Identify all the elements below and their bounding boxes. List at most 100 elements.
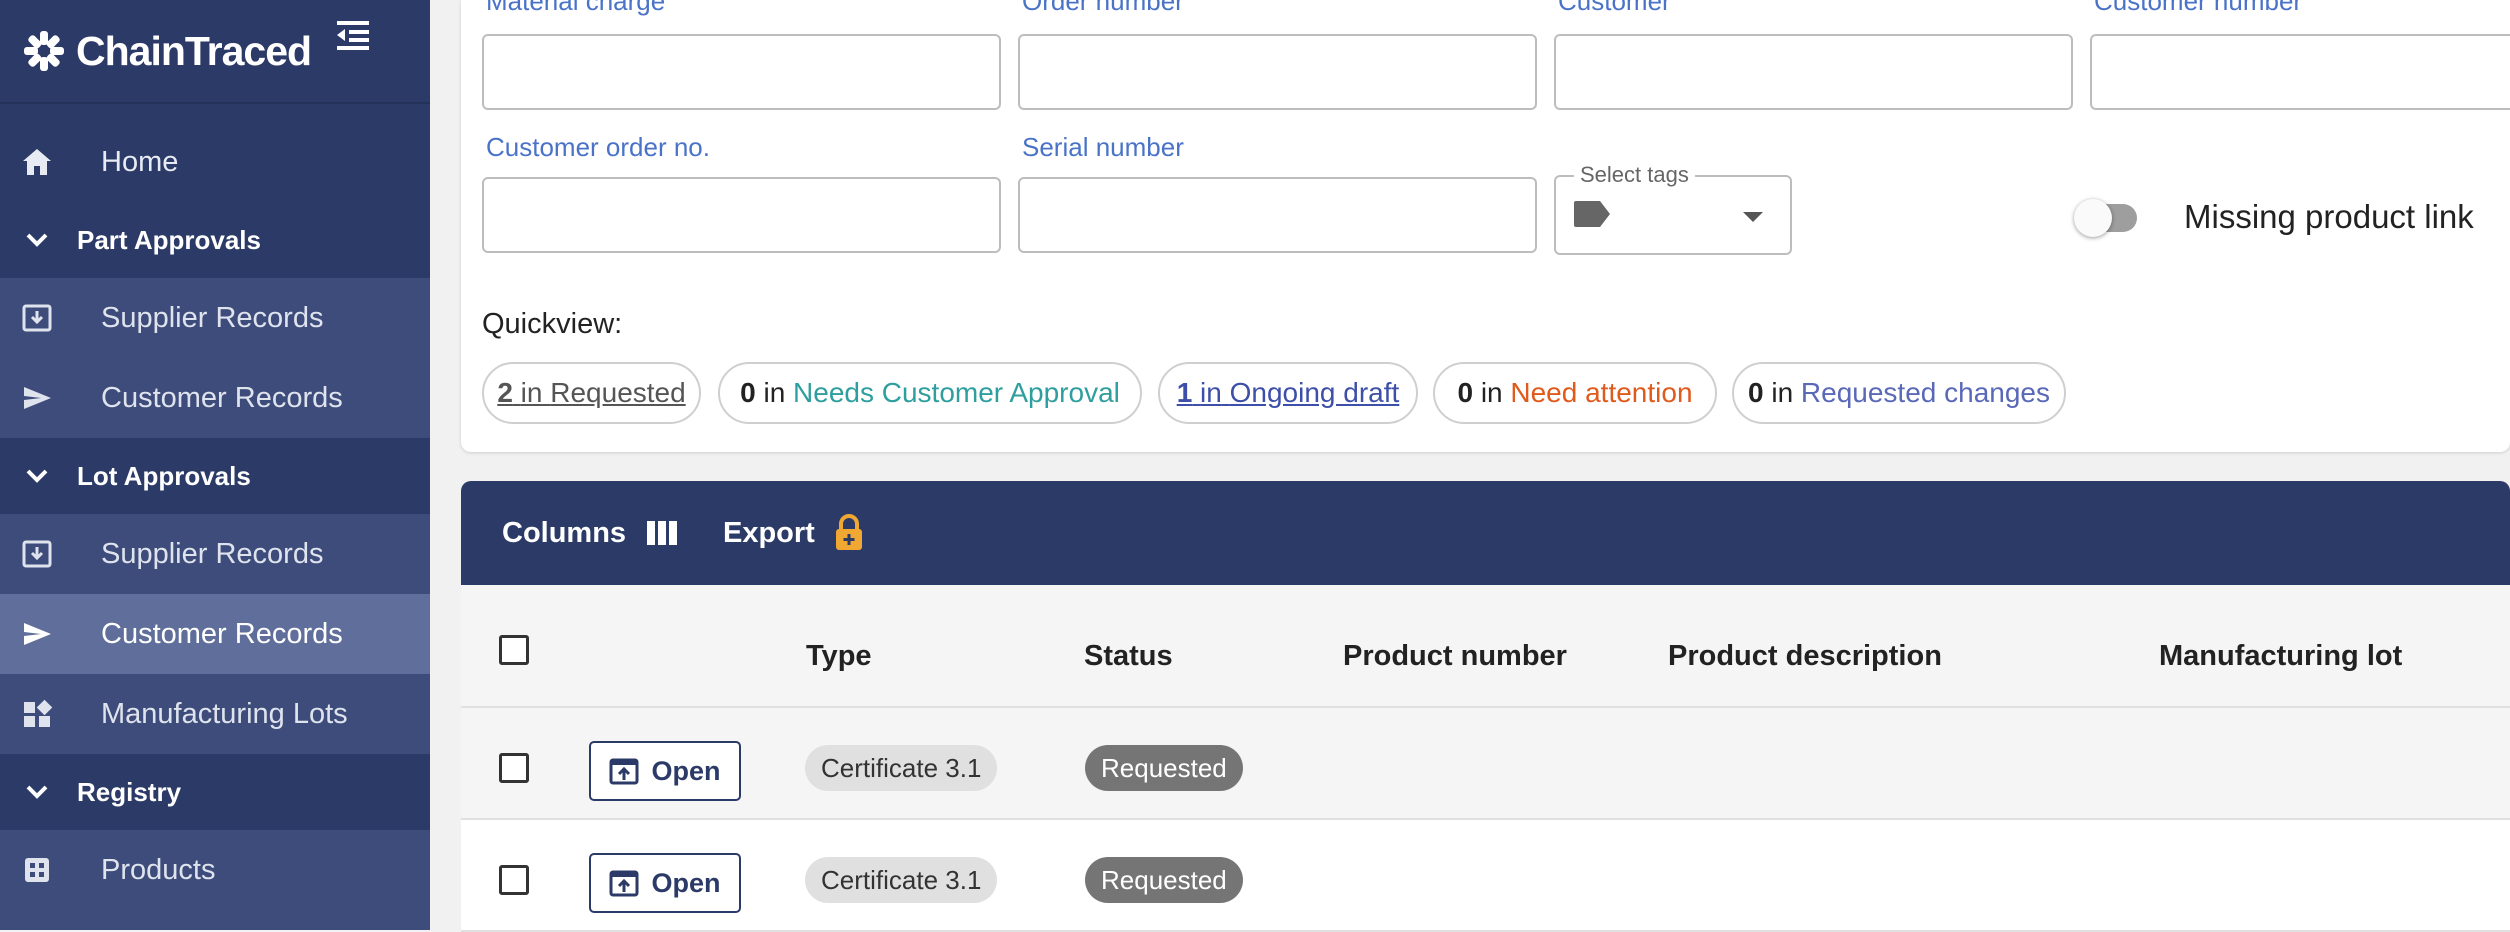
order-number-label: Order number — [1022, 0, 1184, 16]
sidebar-item-label: Supplier Records — [101, 537, 324, 570]
quickview-chip-needs-customer-approval[interactable]: 0 in Needs Customer Approval — [718, 362, 1142, 424]
sidebar-section-part-approvals[interactable]: Part Approvals — [0, 202, 430, 278]
sidebar-item-lot-customer-records[interactable]: Customer Records — [0, 594, 430, 674]
sidebar-item-label: Manufacturing Lots — [101, 697, 348, 730]
dropdown-arrow-icon — [1742, 210, 1764, 228]
open-button[interactable]: Open — [589, 853, 741, 913]
missing-product-link-label: Missing product link — [2184, 198, 2474, 235]
table-toolbar: Columns Export — [461, 481, 2510, 585]
select-tags-label: Select tags — [1574, 162, 1695, 188]
chevron-down-icon — [17, 232, 57, 248]
open-label: Open — [651, 867, 721, 898]
chevron-down-icon — [17, 784, 57, 800]
sidebar-section-label: Part Approvals — [77, 224, 261, 255]
open-button[interactable]: Open — [589, 741, 741, 801]
sidebar-item-label: Home — [101, 145, 179, 178]
chip-label: Requested — [550, 377, 686, 408]
filter-panel: Material charge Order number Customer Cu… — [461, 0, 2510, 452]
open-in-icon — [609, 757, 639, 785]
table-row[interactable]: Open Certificate 3.1 Requested — [461, 820, 2510, 932]
row-checkbox[interactable] — [499, 753, 529, 783]
chip-label: Needs Customer Approval — [793, 377, 1120, 408]
quickview-chip-requested[interactable]: 2 in Requested — [482, 362, 701, 424]
toggle-knob[interactable] — [2074, 199, 2112, 237]
quickview-label: Quickview: — [482, 308, 623, 340]
chaintraced-logo-icon — [22, 29, 66, 73]
chip-label: Requested changes — [1800, 377, 2050, 408]
column-header-product-number[interactable]: Product number — [1343, 640, 1567, 673]
send-icon — [17, 383, 57, 413]
menu-collapse-icon[interactable] — [335, 18, 371, 57]
chip-in: in — [1200, 377, 1222, 408]
columns-label: Columns — [502, 516, 627, 549]
row-checkbox[interactable] — [499, 865, 529, 895]
customer-input[interactable] — [1554, 34, 2073, 110]
quickview-chip-requested-changes[interactable]: 0 in Requested changes — [1732, 362, 2066, 424]
chip-count: 0 — [1747, 377, 1764, 408]
logo[interactable]: ChainTraced — [0, 0, 430, 104]
sidebar-item-products[interactable]: Products — [0, 830, 430, 910]
sidebar-item-label: Customer Records — [101, 617, 343, 650]
customer-number-label: Customer number — [2094, 0, 2303, 16]
columns-button[interactable]: Columns — [502, 481, 678, 585]
chip-count: 1 — [1176, 377, 1193, 408]
chip-count: 0 — [740, 377, 756, 408]
sidebar-item-manufacturing-lots[interactable]: Manufacturing Lots — [0, 674, 430, 754]
status-badge: Requested — [1085, 857, 1243, 903]
sidebar-footer — [0, 910, 430, 930]
open-label: Open — [651, 755, 721, 786]
customer-order-no-label: Customer order no. — [486, 132, 710, 162]
column-header-type[interactable]: Type — [806, 640, 872, 673]
serial-number-label: Serial number — [1022, 132, 1184, 162]
customer-number-input[interactable] — [2090, 34, 2510, 110]
chip-in: in — [520, 377, 543, 408]
select-all-checkbox[interactable] — [499, 635, 529, 665]
download-box-icon — [17, 303, 57, 333]
table-row[interactable]: Open Certificate 3.1 Requested — [461, 708, 2510, 820]
sidebar-item-label: Supplier Records — [101, 301, 324, 334]
sidebar-item-lot-supplier-records[interactable]: Supplier Records — [0, 514, 430, 594]
home-icon — [17, 147, 57, 177]
chip-in: in — [1480, 377, 1503, 408]
open-in-icon — [609, 869, 639, 897]
tag-icon — [1572, 200, 1612, 233]
chip-label: Ongoing draft — [1229, 377, 1400, 408]
chevron-down-icon — [17, 468, 57, 484]
chip-in: in — [1771, 377, 1794, 408]
app-name: ChainTraced — [76, 27, 312, 74]
column-header-manufacturing-lot[interactable]: Manufacturing lot — [2159, 640, 2402, 673]
sidebar-item-part-supplier-records[interactable]: Supplier Records — [0, 278, 430, 358]
sidebar-section-registry[interactable]: Registry — [0, 754, 430, 830]
columns-icon — [646, 519, 678, 547]
export-button[interactable]: Export — [723, 481, 865, 585]
chip-in: in — [763, 377, 786, 408]
serial-number-input[interactable] — [1018, 177, 1537, 253]
column-header-product-description[interactable]: Product description — [1668, 640, 1942, 673]
send-icon — [17, 619, 57, 649]
sidebar: ChainTraced Home Part Approvals Supplier… — [0, 0, 430, 930]
customer-label: Customer — [1558, 0, 1671, 16]
sidebar-item-home[interactable]: Home — [0, 122, 430, 202]
chip-label: Need attention — [1510, 377, 1693, 408]
quickview-chip-ongoing-draft[interactable]: 1 in Ongoing draft — [1158, 362, 1418, 424]
sidebar-section-label: Lot Approvals — [77, 460, 251, 491]
status-badge: Requested — [1085, 745, 1243, 791]
column-header-status[interactable]: Status — [1084, 640, 1173, 673]
export-label: Export — [723, 516, 815, 549]
chip-count: 2 — [497, 377, 513, 408]
sidebar-section-lot-approvals[interactable]: Lot Approvals — [0, 438, 430, 514]
chip-count: 0 — [1457, 377, 1474, 408]
quickview-chip-need-attention[interactable]: 0 in Need attention — [1433, 362, 1717, 424]
download-box-icon — [17, 539, 57, 569]
sidebar-item-part-customer-records[interactable]: Customer Records — [0, 358, 430, 438]
type-chip: Certificate 3.1 — [805, 745, 998, 791]
dashboard-icon — [17, 699, 57, 729]
customer-order-no-input[interactable] — [482, 177, 1001, 253]
material-charge-input[interactable] — [482, 34, 1001, 110]
lock-icon — [833, 514, 865, 552]
table-header: Type Status Product number Product descr… — [461, 585, 2510, 708]
order-number-input[interactable] — [1018, 34, 1537, 110]
sidebar-section-label: Registry — [77, 776, 182, 807]
type-chip: Certificate 3.1 — [805, 857, 998, 903]
sidebar-item-label: Products — [101, 853, 216, 886]
